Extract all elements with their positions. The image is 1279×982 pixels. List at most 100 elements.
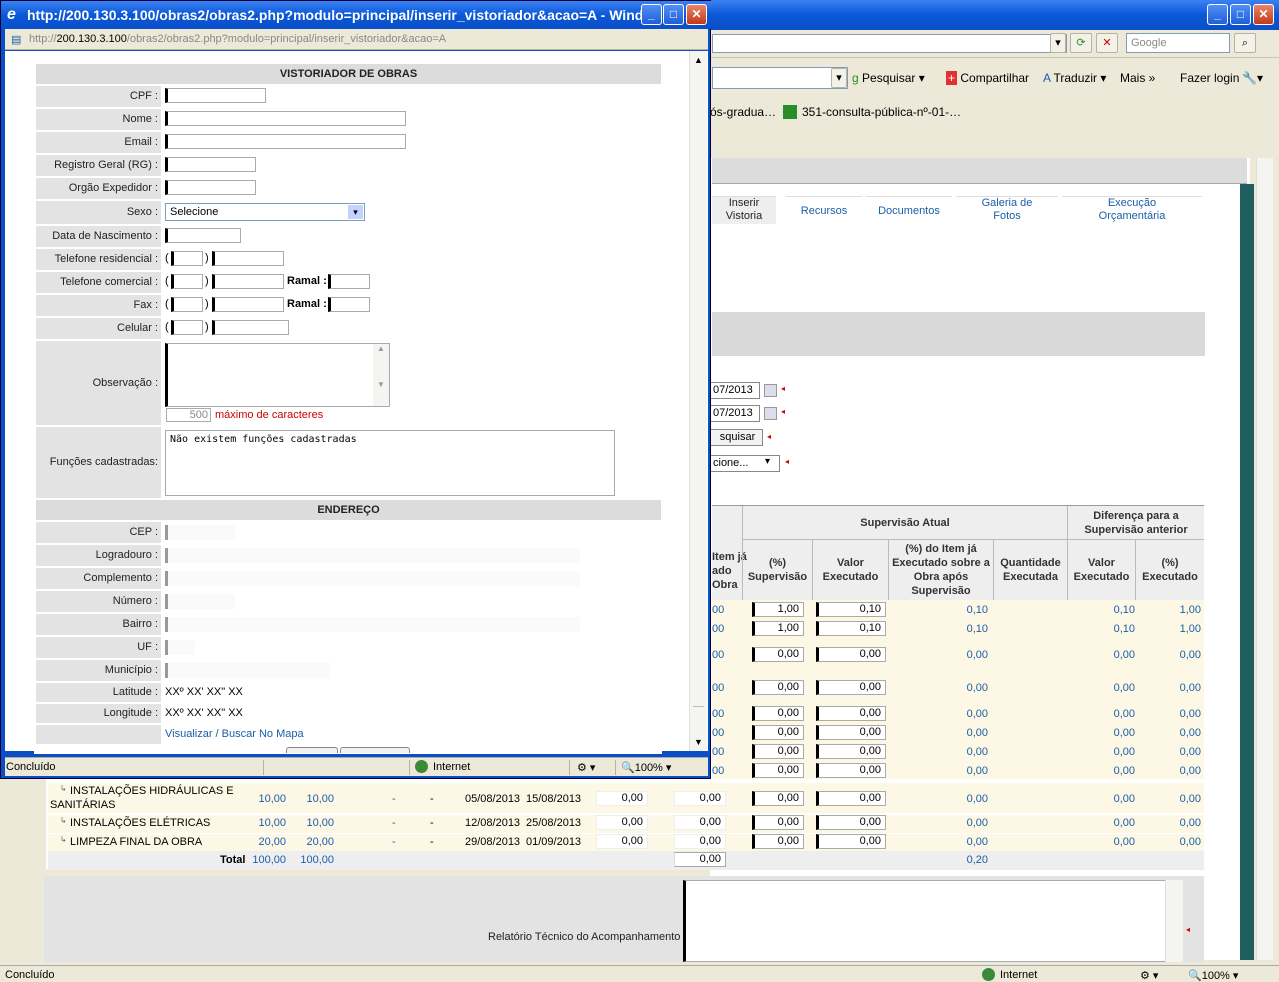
pct-supervisao-input[interactable]: 1,00 (752, 621, 804, 636)
pct-supervisao-input[interactable]: 0,00 (752, 834, 804, 849)
tel-comercial-ddd[interactable] (171, 274, 203, 289)
scroll-thumb[interactable] (693, 71, 704, 707)
compartilhar-button[interactable]: + Compartilhar (946, 71, 1029, 85)
valor-executado-input[interactable]: 0,00 (816, 680, 886, 695)
zoom-control[interactable]: 🔍100% ▾ (621, 761, 671, 774)
tel-comercial-ramal[interactable] (328, 274, 370, 289)
nascimento-input[interactable] (165, 228, 241, 243)
tab-recursos[interactable]: Recursos (786, 196, 862, 224)
valor-executado-input[interactable]: 0,00 (816, 834, 886, 849)
maximize-button[interactable]: □ (1230, 4, 1251, 25)
numero-input[interactable] (165, 594, 235, 609)
pct-supervisao-input[interactable]: 1,00 (752, 602, 804, 617)
logradouro-input[interactable] (165, 548, 580, 563)
row-name: LIMPEZA FINAL DA OBRA (70, 836, 203, 848)
close-form-button-partial[interactable] (340, 747, 410, 753)
tel-residencial-ddd[interactable] (171, 251, 203, 266)
valor-executado-input[interactable]: 0,00 (816, 763, 886, 778)
pct-supervisao-input[interactable]: 0,00 (752, 647, 804, 662)
save-button-partial[interactable] (286, 747, 338, 753)
grid-partial-cell: 00 (712, 682, 725, 694)
tab-documentos[interactable]: Documentos (866, 196, 952, 224)
popup-minimize-button[interactable]: _ (641, 4, 662, 25)
popup-close-button[interactable]: ✕ (686, 4, 707, 25)
tab-galeria-de-fotos[interactable]: Galeria de Fotos (956, 196, 1058, 224)
textarea-scrollbar[interactable]: ▲ ▼ (373, 344, 389, 406)
security-icon[interactable]: ⚙ ▾ (1140, 969, 1158, 982)
pct-supervisao-input[interactable]: 0,00 (752, 763, 804, 778)
fax-number[interactable] (212, 297, 284, 312)
vertical-scrollbar[interactable] (1256, 158, 1273, 960)
popup-address-bar[interactable]: ▤ http://200.130.3.100/obras2/obras2.php… (5, 29, 708, 50)
municipio-input[interactable] (165, 663, 330, 678)
valor-executado-input[interactable]: 0,10 (816, 621, 886, 636)
sexo-select[interactable]: Selecione ▾ (165, 203, 365, 221)
complemento-input[interactable] (165, 571, 580, 586)
email-input[interactable] (165, 134, 406, 149)
uf-input[interactable] (165, 640, 195, 655)
fax-ramal[interactable] (328, 297, 370, 312)
refresh-icon[interactable]: ⟳ (1070, 33, 1092, 53)
search-go-icon[interactable]: ⌕ (1234, 33, 1256, 53)
cep-input[interactable] (165, 525, 235, 540)
ramal-label: Ramal : (287, 298, 327, 310)
zoom-control[interactable]: 🔍100% ▾ (1188, 969, 1238, 982)
mais-button[interactable]: Mais » (1120, 71, 1155, 85)
pesquisar-search-button[interactable]: squisar (710, 429, 763, 446)
favorite-item[interactable]: ós-gradua… (710, 105, 776, 119)
scroll-down-icon[interactable]: ▼ (694, 737, 703, 747)
address-field[interactable] (712, 34, 1067, 53)
stop-icon[interactable]: ✕ (1096, 33, 1118, 53)
scroll-up-icon[interactable]: ▲ (694, 55, 703, 65)
nome-input[interactable] (165, 111, 406, 126)
tel-comercial-number[interactable] (212, 274, 284, 289)
pct-supervisao-input[interactable]: 0,00 (752, 706, 804, 721)
date-start-input[interactable]: 07/2013 (710, 382, 760, 399)
date-end-input[interactable]: 07/2013 (710, 405, 760, 422)
row-p2: 10,00 (306, 817, 334, 829)
valor-executado-input[interactable]: 0,10 (816, 602, 886, 617)
valor-executado-input[interactable]: 0,00 (816, 744, 886, 759)
pct-supervisao-input[interactable]: 0,00 (752, 744, 804, 759)
calendar-icon[interactable] (764, 384, 777, 397)
popup-maximize-button[interactable]: □ (663, 4, 684, 25)
bairro-input[interactable] (165, 617, 580, 632)
pct-supervisao-input[interactable]: 0,00 (752, 815, 804, 830)
minimize-button[interactable]: _ (1207, 4, 1228, 25)
tel-residencial-number[interactable] (212, 251, 284, 266)
cpf-input[interactable] (165, 88, 266, 103)
popup-vertical-scrollbar[interactable]: ▲ ▼ (689, 51, 707, 751)
map-link[interactable]: Visualizar / Buscar No Mapa (165, 728, 304, 740)
calendar-icon[interactable] (764, 407, 777, 420)
toolbar-search-select[interactable]: ▾ (712, 67, 848, 89)
valor-executado-input[interactable]: 0,00 (816, 815, 886, 830)
rg-input[interactable] (165, 157, 256, 172)
google-search-input[interactable]: Google (1126, 33, 1230, 53)
char-counter: 500 (166, 408, 211, 422)
valor-executado-input[interactable]: 0,00 (816, 706, 886, 721)
pct-supervisao-input[interactable]: 0,00 (752, 680, 804, 695)
pct-supervisao-input[interactable]: 0,00 (752, 725, 804, 740)
tab-execucao-orcamentaria[interactable]: Execução Orçamentária (1062, 196, 1202, 224)
orgao-input[interactable] (165, 180, 256, 195)
traduzir-button[interactable]: A Traduzir ▾ (1043, 71, 1106, 85)
login-button[interactable]: Fazer login (1180, 71, 1239, 85)
fax-ddd[interactable] (171, 297, 203, 312)
celular-number[interactable] (212, 320, 289, 335)
valor-executado-input[interactable]: 0,00 (816, 647, 886, 662)
close-button[interactable]: ✕ (1253, 4, 1274, 25)
address-dropdown-button[interactable]: ▾ (1050, 33, 1066, 53)
celular-ddd[interactable] (171, 320, 203, 335)
report-scrollbar[interactable] (1165, 880, 1183, 962)
tab-inserir-vistoria[interactable]: Inserir Vistoria (712, 196, 776, 224)
report-textarea[interactable] (683, 880, 1183, 962)
valor-executado-input[interactable]: 0,00 (816, 791, 886, 806)
favorite-item[interactable]: 351-consulta-pública-nº-01-… (802, 105, 961, 119)
observacao-textarea[interactable]: ▲ ▼ (165, 343, 390, 407)
security-icon[interactable]: ⚙ ▾ (577, 761, 595, 774)
wrench-icon[interactable]: 🔧▾ (1242, 71, 1263, 85)
pesquisar-button[interactable]: g Pesquisar ▾ (852, 71, 925, 85)
pct-supervisao-input[interactable]: 0,00 (752, 791, 804, 806)
valor-executado-input[interactable]: 0,00 (816, 725, 886, 740)
login-label: Fazer login (1180, 71, 1240, 85)
